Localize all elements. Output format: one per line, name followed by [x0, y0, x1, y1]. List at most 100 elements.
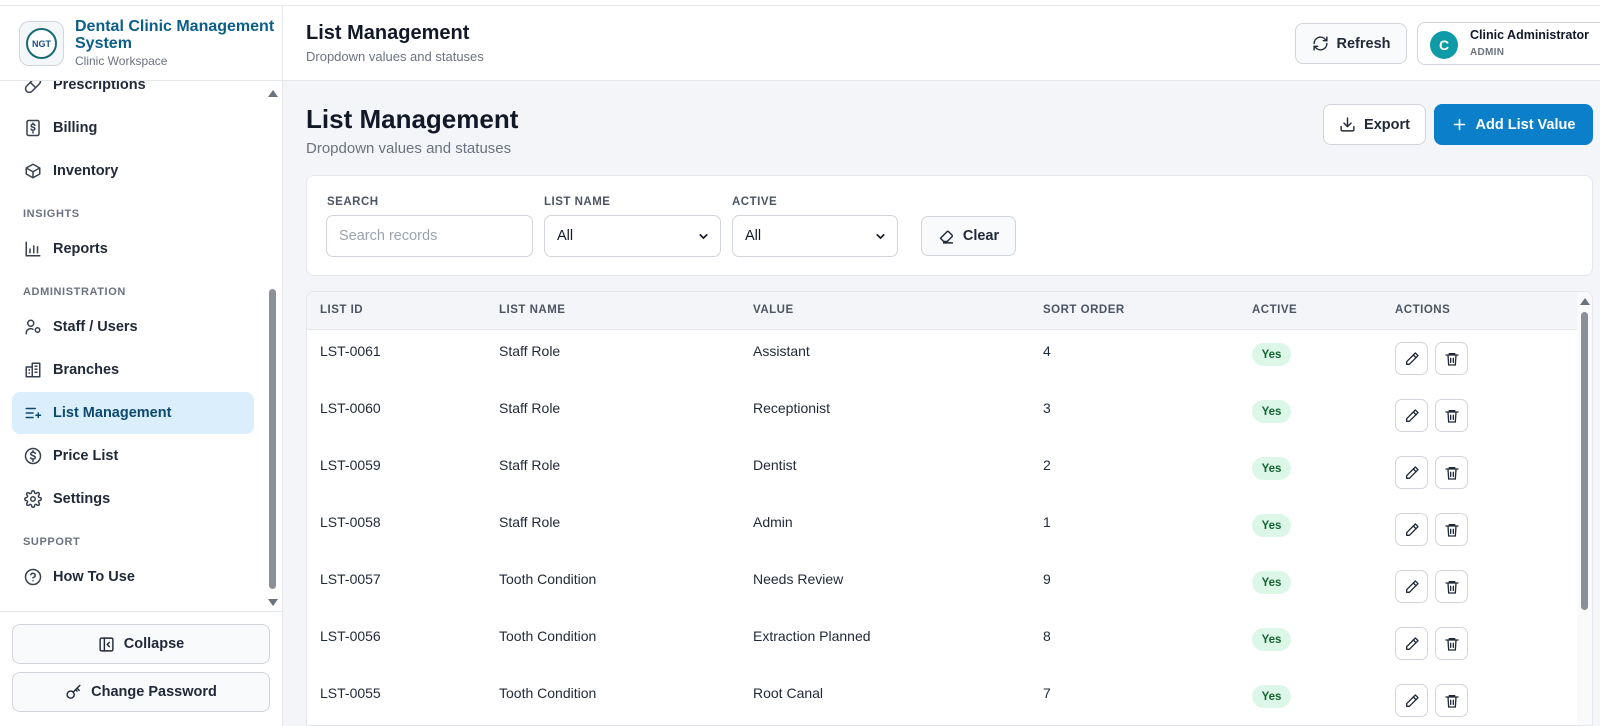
delete-button[interactable]	[1435, 684, 1468, 717]
column-header-list-name: LIST NAME	[499, 304, 566, 316]
plus-icon	[1453, 118, 1465, 131]
cell-value: Root Canal	[753, 685, 824, 701]
cell-list-name: Staff Role	[499, 514, 561, 530]
cell-list-name: Staff Role	[499, 457, 561, 473]
list-name-selected: All	[557, 228, 574, 244]
edit-button[interactable]	[1395, 456, 1428, 489]
sidebar-item-branches[interactable]: Branches	[12, 349, 254, 391]
delete-button[interactable]	[1435, 513, 1468, 546]
sidebar-item-prescriptions[interactable]: Prescriptions	[12, 81, 254, 106]
sidebar-item-staff-users[interactable]: Staff / Users	[12, 306, 254, 348]
clear-button[interactable]: Clear	[921, 216, 1016, 256]
list-name-select[interactable]: All	[544, 215, 721, 257]
section-support: SUPPORT	[23, 536, 81, 548]
download-icon	[1340, 117, 1355, 132]
active-status-badge: Yes	[1252, 628, 1291, 651]
brand-header: NGT Dental Clinic Management System Clin…	[0, 6, 282, 81]
table-row: LST-0061 Staff Role Assistant 4 Yes	[307, 330, 1577, 388]
sidebar-item-settings[interactable]: Settings	[12, 478, 254, 520]
pencil-icon	[1404, 636, 1420, 652]
edit-button[interactable]	[1395, 570, 1428, 603]
user-menu[interactable]: C Clinic Administrator ADMIN	[1417, 22, 1600, 65]
sidebar-nav: Prescriptions Billing Inventory INSIGHTS…	[0, 81, 268, 611]
refresh-button[interactable]: Refresh	[1295, 23, 1407, 64]
add-list-value-label: Add List Value	[1475, 116, 1576, 133]
sidebar-item-label: Inventory	[53, 163, 119, 179]
header-subtitle: Dropdown values and statuses	[306, 49, 484, 64]
edit-button[interactable]	[1395, 399, 1428, 432]
table-row: LST-0057 Tooth Condition Needs Review 9 Yes	[307, 558, 1577, 616]
section-insights: INSIGHTS	[23, 208, 80, 220]
sidebar-item-label: Reports	[53, 241, 108, 257]
sidebar-item-list-management[interactable]: List Management	[12, 392, 254, 434]
top-header: List Management Dropdown values and stat…	[283, 6, 1600, 81]
scroll-up-arrow-icon[interactable]	[268, 90, 278, 97]
cell-value: Admin	[753, 514, 793, 530]
cell-value: Receptionist	[753, 400, 831, 416]
cell-list-name: Staff Role	[499, 400, 561, 416]
sidebar-item-how-to-use[interactable]: How To Use	[12, 556, 254, 598]
delete-button[interactable]	[1435, 627, 1468, 660]
list-plus-icon	[24, 404, 42, 422]
cell-list-id: LST-0060	[320, 400, 381, 416]
collapse-button[interactable]: Collapse	[12, 624, 270, 664]
chevron-down-icon	[876, 234, 885, 240]
sidebar-item-billing[interactable]: Billing	[12, 107, 254, 149]
column-header-sort-order: SORT ORDER	[1043, 304, 1125, 316]
delete-button[interactable]	[1435, 570, 1468, 603]
refresh-label: Refresh	[1336, 35, 1391, 52]
scroll-down-arrow-icon[interactable]	[268, 599, 278, 606]
edit-button[interactable]	[1395, 342, 1428, 375]
cell-sort-order: 7	[1043, 685, 1051, 701]
collapse-label: Collapse	[123, 636, 185, 652]
sidebar-item-label: How To Use	[53, 569, 135, 585]
pencil-icon	[1404, 693, 1420, 709]
table-row: LST-0056 Tooth Condition Extraction Planne…	[307, 615, 1577, 673]
delete-button[interactable]	[1435, 342, 1468, 375]
edit-button[interactable]	[1395, 684, 1428, 717]
change-password-label: Change Password	[91, 684, 217, 700]
sidebar-item-reports[interactable]: Reports	[12, 228, 254, 270]
trash-icon	[1444, 693, 1460, 709]
scroll-thumb[interactable]	[1581, 312, 1588, 610]
search-input[interactable]: Search records	[326, 215, 533, 257]
eraser-icon	[939, 230, 953, 244]
edit-button[interactable]	[1395, 627, 1428, 660]
edit-button[interactable]	[1395, 513, 1428, 546]
delete-button[interactable]	[1435, 399, 1468, 432]
cell-list-name: Tooth Condition	[499, 628, 597, 644]
cell-list-id: LST-0055	[320, 685, 381, 701]
clinic-logo: NGT	[19, 21, 64, 66]
add-list-value-button[interactable]: Add List Value	[1434, 104, 1593, 145]
active-label: ACTIVE	[732, 196, 778, 208]
active-status-badge: Yes	[1252, 343, 1291, 366]
delete-button[interactable]	[1435, 456, 1468, 489]
cell-sort-order: 8	[1043, 628, 1051, 644]
active-status-badge: Yes	[1252, 685, 1291, 708]
search-label: SEARCH	[327, 196, 379, 208]
sidebar-item-inventory[interactable]: Inventory	[12, 150, 254, 192]
cell-value: Dentist	[753, 457, 797, 473]
trash-icon	[1444, 522, 1460, 538]
sidebar-scrollbar[interactable]	[266, 81, 280, 611]
sidebar: NGT Dental Clinic Management System Clin…	[0, 6, 283, 726]
scroll-thumb[interactable]	[269, 289, 276, 589]
table-scrollbar[interactable]	[1577, 292, 1592, 725]
scroll-up-arrow-icon[interactable]	[1580, 298, 1590, 305]
export-label: Export	[1364, 116, 1410, 133]
list-values-table: LIST ID LIST NAME VALUE SORT ORDER ACTIV…	[306, 291, 1593, 726]
bar-chart-icon	[24, 240, 42, 258]
trash-icon	[1444, 465, 1460, 481]
cell-sort-order: 9	[1043, 571, 1051, 587]
active-status-badge: Yes	[1252, 571, 1291, 594]
sidebar-item-price-list[interactable]: Price List	[12, 435, 254, 477]
active-select[interactable]: All	[732, 215, 898, 257]
cell-sort-order: 4	[1043, 343, 1051, 359]
export-button[interactable]: Export	[1323, 104, 1426, 145]
logo-mark: NGT	[26, 28, 57, 59]
change-password-button[interactable]: Change Password	[12, 672, 270, 712]
cell-list-name: Tooth Condition	[499, 685, 597, 701]
cell-value: Extraction Planned	[753, 628, 871, 644]
table-header: LIST ID LIST NAME VALUE SORT ORDER ACTIV…	[307, 292, 1577, 330]
column-header-actions: ACTIONS	[1395, 304, 1451, 316]
